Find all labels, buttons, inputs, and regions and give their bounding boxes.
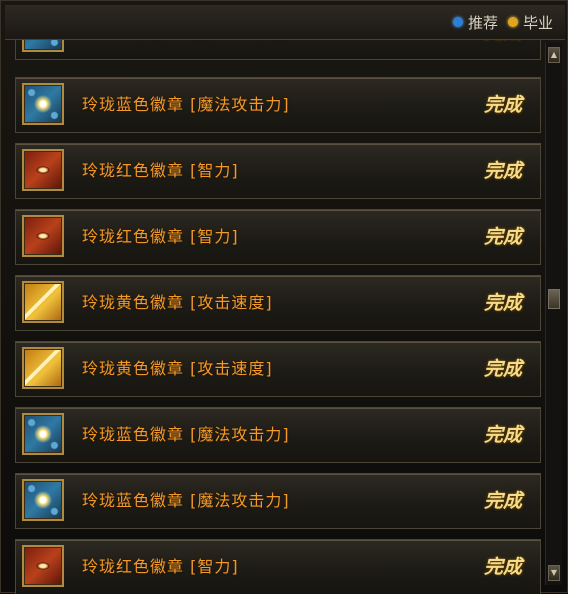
list-item[interactable]: 玲珑黄色徽章 [攻击速度] 完成 [15, 341, 541, 397]
item-name: 玲珑红色徽章 [智力] [82, 161, 239, 180]
item-name: 玲珑黄色徽章 [攻击速度] [82, 293, 273, 312]
list-item[interactable]: 玲珑红色徽章 [智力] 完成 [15, 539, 541, 594]
panel-header: 推荐 毕业 [5, 5, 565, 40]
list-item[interactable]: 玲珑蓝色徽章 [魔法攻击力] 完成 [15, 407, 541, 463]
item-name: 玲珑蓝色徽章 [魔法攻击力] [82, 425, 290, 444]
item-name: 玲珑蓝色徽章 [魔法攻击力] [82, 95, 290, 114]
item-name: 玲珑红色徽章 [智力] [82, 227, 239, 246]
blue-dot-icon [452, 17, 463, 27]
emblem-list: 玲珑蓝色徽章 [魔法攻击力] 完成 玲珑蓝色徽章 [魔法攻击力] 完成 玲珑红色… [15, 15, 541, 594]
status-complete: 完成 [483, 490, 522, 512]
legend: 推荐 毕业 [452, 12, 553, 33]
red-emblem-icon [22, 215, 64, 257]
emblem-panel: 玲珑蓝色徽章 [魔法攻击力] 完成 玲珑蓝色徽章 [魔法攻击力] 完成 玲珑红色… [0, 0, 568, 594]
blue-emblem-icon [22, 479, 64, 521]
legend-graduate-label: 毕业 [522, 13, 553, 32]
status-complete: 完成 [483, 424, 522, 446]
legend-recommend: 推荐 [452, 12, 498, 33]
gold-dot-icon [507, 17, 518, 27]
item-name: 玲珑红色徽章 [智力] [82, 557, 239, 576]
yellow-emblem-icon [22, 347, 64, 389]
status-complete: 完成 [483, 358, 522, 380]
status-complete: 完成 [483, 556, 522, 578]
item-name: 玲珑黄色徽章 [攻击速度] [82, 359, 273, 378]
blue-emblem-icon [22, 83, 64, 125]
legend-recommend-label: 推荐 [467, 13, 498, 32]
scroll-down-button[interactable]: ▼ [548, 565, 560, 581]
list-item[interactable]: 玲珑红色徽章 [智力] 完成 [15, 209, 541, 265]
status-complete: 完成 [483, 226, 522, 248]
list-item[interactable]: 玲珑蓝色徽章 [魔法攻击力] 完成 [15, 77, 541, 133]
scrollbar[interactable]: ▲ ▼ [545, 43, 562, 585]
scroll-up-button[interactable]: ▲ [548, 47, 560, 63]
list-item[interactable]: 玲珑红色徽章 [智力] 完成 [15, 143, 541, 199]
scroll-thumb[interactable] [548, 289, 560, 309]
list-item[interactable]: 玲珑黄色徽章 [攻击速度] 完成 [15, 275, 541, 331]
list-item[interactable]: 玲珑蓝色徽章 [魔法攻击力] 完成 [15, 473, 541, 529]
yellow-emblem-icon [22, 281, 64, 323]
status-complete: 完成 [483, 160, 522, 182]
red-emblem-icon [22, 149, 64, 191]
red-emblem-icon [22, 545, 64, 587]
status-complete: 完成 [483, 94, 522, 116]
legend-graduate: 毕业 [507, 12, 553, 33]
item-name: 玲珑蓝色徽章 [魔法攻击力] [82, 491, 290, 510]
blue-emblem-icon [22, 413, 64, 455]
status-complete: 完成 [483, 292, 522, 314]
